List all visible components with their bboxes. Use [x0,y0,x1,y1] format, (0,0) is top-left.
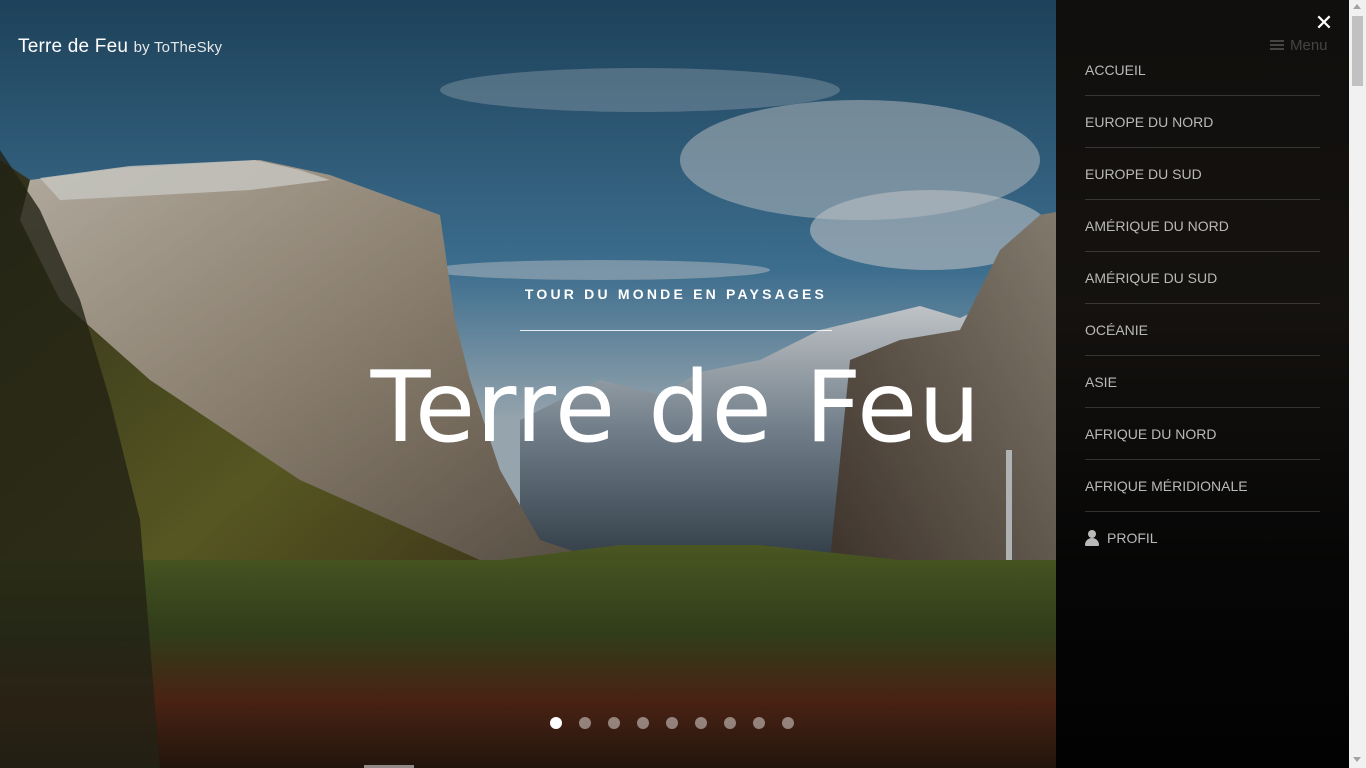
slide-dot[interactable] [550,717,562,729]
brand-name: Terre de Feu [18,36,129,57]
slide-dot[interactable] [666,717,678,729]
menu-item-label: AFRIQUE DU NORD [1085,425,1217,442]
menu-item-label: AMÉRIQUE DU NORD [1085,217,1229,234]
menu-item-amerique-du-nord[interactable]: AMÉRIQUE DU NORD [1085,200,1320,252]
slide-dot[interactable] [724,717,736,729]
scrollbar-thumb[interactable] [1352,16,1363,86]
slide-dot[interactable] [753,717,765,729]
menu-item-label: EUROPE DU NORD [1085,113,1214,130]
site-brand[interactable]: Terre de Feu by ToTheSky [18,36,222,58]
close-icon[interactable]: ✕ [1314,12,1334,34]
menu-item-accueil[interactable]: ACCUEIL [1085,44,1320,96]
menu-item-label: ASIE [1085,373,1117,390]
menu-item-asie[interactable]: ASIE [1085,356,1320,408]
menu-item-label: ACCUEIL [1085,61,1146,78]
menu-item-afrique-du-nord[interactable]: AFRIQUE DU NORD [1085,408,1320,460]
slide-dot[interactable] [695,717,707,729]
menu-item-label: EUROPE DU SUD [1085,165,1202,182]
slide-dot[interactable] [637,717,649,729]
scroll-up-arrow-icon[interactable] [1353,4,1361,9]
page-scrollbar[interactable] [1349,0,1366,768]
menu-item-oceanie[interactable]: OCÉANIE [1085,304,1320,356]
slide-dot[interactable] [608,717,620,729]
slide-dot[interactable] [782,717,794,729]
tagline-divider [520,330,832,331]
menu-item-europe-du-nord[interactable]: EUROPE DU NORD [1085,96,1320,148]
scroll-down-arrow-icon[interactable] [1353,757,1361,762]
menu-item-label: OCÉANIE [1085,321,1149,338]
menu-item-amerique-du-sud[interactable]: AMÉRIQUE DU SUD [1085,252,1320,304]
menu-item-label: AMÉRIQUE DU SUD [1085,269,1218,286]
brand-byline: by ToTheSky [133,39,223,56]
hero-title: Terre de Feu [370,351,982,465]
menu-item-label: AFRIQUE MÉRIDIONALE [1085,477,1248,494]
user-icon [1085,530,1099,546]
menu-item-afrique-meridionale[interactable]: AFRIQUE MÉRIDIONALE [1085,460,1320,512]
menu-item-profil[interactable]: PROFIL [1085,512,1320,564]
hero-tagline: TOUR DU MONDE EN PAYSAGES [524,286,828,302]
menu-item-europe-du-sud[interactable]: EUROPE DU SUD [1085,148,1320,200]
menu-list: ACCUEIL EUROPE DU NORD EUROPE DU SUD AMÉ… [1085,44,1320,564]
slide-dot[interactable] [579,717,591,729]
menu-item-label: PROFIL [1107,530,1158,546]
slider-pagination [550,717,794,729]
